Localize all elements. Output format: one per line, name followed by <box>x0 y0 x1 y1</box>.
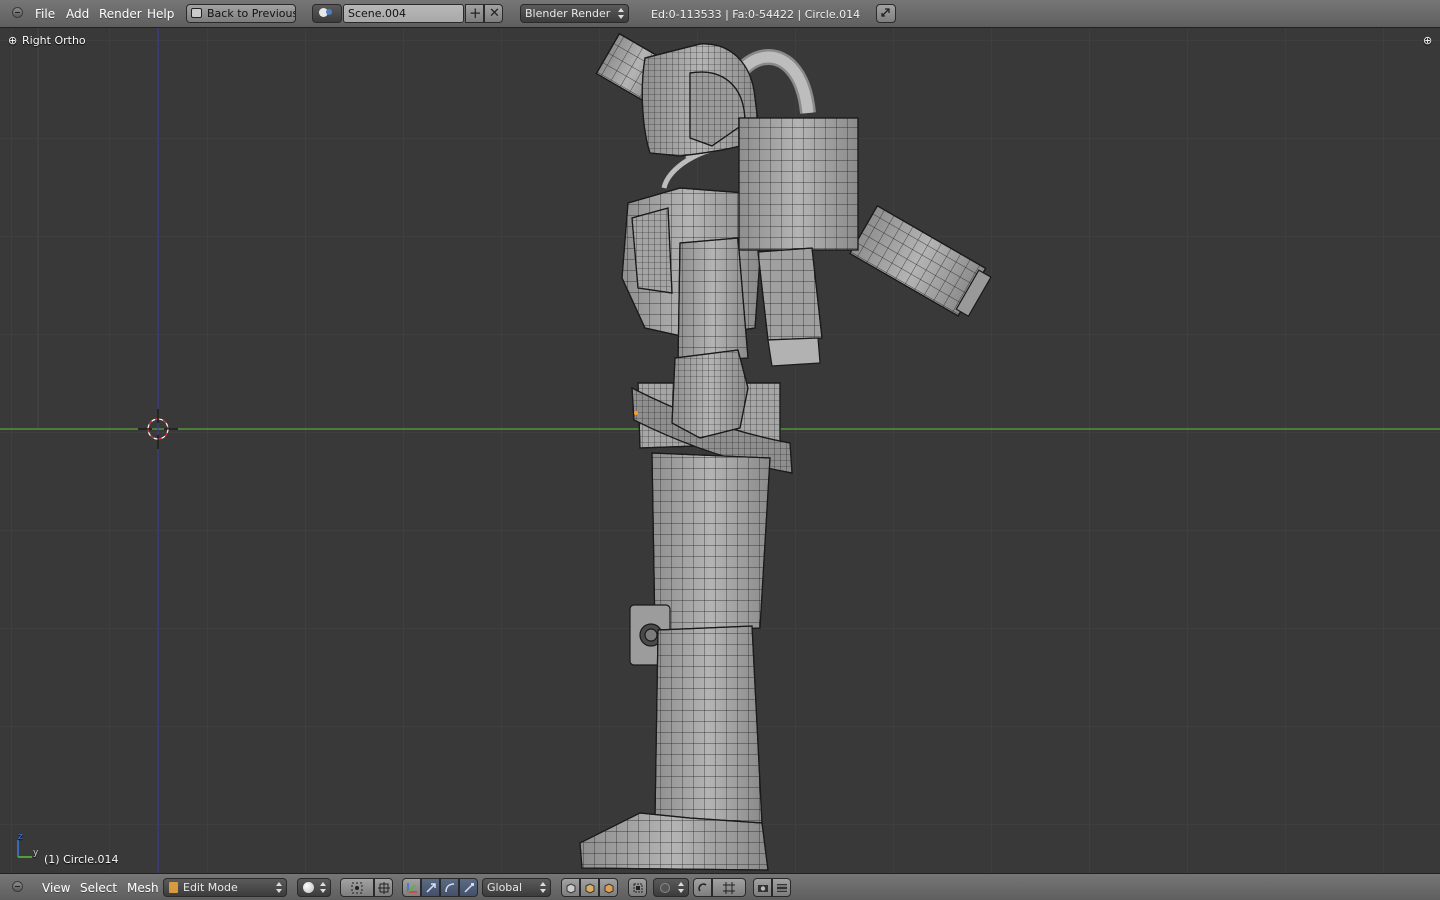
fullscreen-icon <box>881 8 890 17</box>
back-icon <box>191 8 202 18</box>
scene-browse-button[interactable] <box>312 4 342 23</box>
edge-select-button[interactable] <box>580 878 599 897</box>
add-scene-button[interactable]: + <box>465 4 484 23</box>
fullscreen-toggle-button[interactable] <box>876 4 896 23</box>
dropdown-arrows-icon <box>618 7 624 20</box>
3d-view-header: View Select Mesh Edit Mode Global <box>0 873 1440 900</box>
mode-dropdown[interactable]: Edit Mode <box>163 878 287 897</box>
proportional-edit-dropdown[interactable] <box>653 878 689 897</box>
pivot-group <box>340 878 393 897</box>
occlude-geometry-button[interactable] <box>628 878 647 897</box>
viewport-canvas <box>0 28 1440 873</box>
viewport-shading-icon <box>303 882 314 893</box>
face-select-button[interactable] <box>599 878 618 897</box>
pivot-icon <box>351 882 363 893</box>
3d-viewport[interactable]: ⊕ Right Ortho ⊕ z y (1) Circle.014 <box>0 28 1440 873</box>
menu-select[interactable]: Select <box>80 881 117 895</box>
snap-element-dropdown[interactable] <box>712 878 746 897</box>
close-icon: ✕ <box>489 6 500 21</box>
transform-orientation-dropdown[interactable]: Global <box>482 878 551 897</box>
dropdown-arrows-icon <box>678 881 684 894</box>
transform-group <box>402 878 478 897</box>
dropdown-arrows-icon <box>276 881 282 894</box>
delete-scene-button[interactable]: ✕ <box>484 4 503 23</box>
z-axis-label: z <box>18 832 23 842</box>
snap-toggle-button[interactable] <box>693 878 712 897</box>
rotate-button[interactable] <box>440 878 459 897</box>
scene-stats: Ed:0-113533 | Fa:0-54422 | Circle.014 <box>651 8 861 21</box>
snap-group <box>693 878 746 897</box>
opengl-animation-button[interactable] <box>772 878 791 897</box>
render-group <box>753 878 791 897</box>
select-mode-group <box>561 878 618 897</box>
axis-manipulator-icon <box>406 882 417 893</box>
translate-icon <box>425 882 436 893</box>
menu-view[interactable]: View <box>42 881 70 895</box>
edge-select-icon <box>585 882 594 894</box>
dropdown-arrows-icon <box>540 881 546 894</box>
editor-type-icon-bottom[interactable] <box>12 881 23 892</box>
info-header: File Add Render Help Back to Previous Sc… <box>0 0 1440 28</box>
viewport-properties-icon[interactable]: ⊕ <box>1423 34 1432 47</box>
opengl-render-button[interactable] <box>753 878 772 897</box>
dropdown-arrows-icon <box>320 881 326 894</box>
vertex-select-icon <box>566 882 575 894</box>
viewport-shading-dropdown[interactable] <box>297 878 331 897</box>
menu-help[interactable]: Help <box>147 7 174 21</box>
translate-button[interactable] <box>421 878 440 897</box>
render-engine-dropdown[interactable]: Blender Render <box>520 4 629 23</box>
pivot-point-dropdown[interactable] <box>340 878 374 897</box>
scene-icon-dot <box>326 9 332 15</box>
vertex-select-button[interactable] <box>561 878 580 897</box>
snap-grid-icon <box>723 881 735 894</box>
back-to-previous-button[interactable]: Back to Previous <box>186 4 296 23</box>
menu-mesh[interactable]: Mesh <box>127 881 159 895</box>
y-axis-label: y <box>33 848 39 858</box>
transform-orientation-label: Global <box>487 881 523 894</box>
manipulator-icon <box>377 881 390 894</box>
edit-mode-icon <box>169 882 178 893</box>
camera-icon <box>776 883 787 892</box>
render-engine-label: Blender Render <box>525 7 611 20</box>
face-select-icon <box>604 882 613 894</box>
proportional-edit-icon <box>660 883 670 893</box>
manipulator-toggle-button[interactable] <box>402 878 421 897</box>
render-icon <box>757 884 768 892</box>
scale-icon <box>463 882 474 893</box>
menu-render[interactable]: Render <box>99 7 142 21</box>
scene-name-field[interactable]: Scene.004 <box>343 4 464 23</box>
scale-button[interactable] <box>459 878 478 897</box>
editor-type-icon[interactable] <box>12 7 23 18</box>
view-options-icon[interactable]: ⊕ <box>8 34 17 47</box>
object-info-label: (1) Circle.014 <box>44 853 119 866</box>
rotate-icon <box>444 882 454 892</box>
occlude-icon <box>633 883 642 892</box>
occlude-group <box>628 878 647 897</box>
mode-label: Edit Mode <box>183 881 238 894</box>
plus-icon: + <box>469 4 482 22</box>
snap-icon <box>697 882 706 891</box>
view-name-label: Right Ortho <box>22 34 86 47</box>
menu-file[interactable]: File <box>35 7 55 21</box>
menu-add[interactable]: Add <box>66 7 89 21</box>
back-to-previous-label: Back to Previous <box>207 7 296 20</box>
manipulate-center-button[interactable] <box>374 878 393 897</box>
